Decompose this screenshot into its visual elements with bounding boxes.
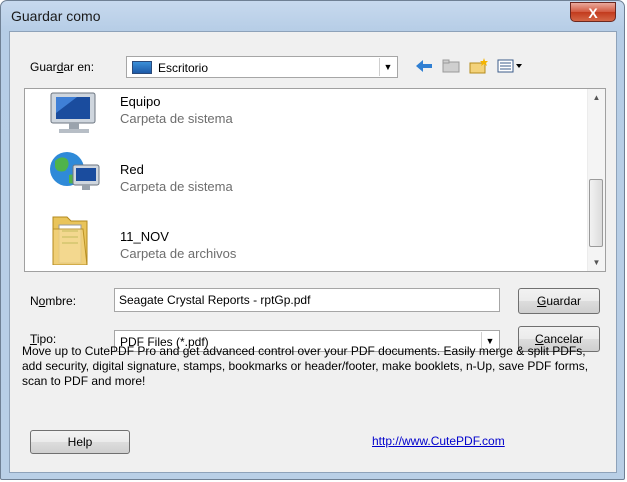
scrollbar-thumb[interactable] <box>589 179 603 247</box>
up-folder-icon[interactable] <box>440 56 462 76</box>
close-button[interactable]: X <box>570 2 616 22</box>
folder-icon <box>47 209 103 266</box>
computer-icon <box>47 91 103 147</box>
save-button[interactable]: Guardar <box>518 288 600 314</box>
filename-label: Nombre: <box>30 294 77 308</box>
network-globe-icon <box>47 143 103 199</box>
file-type: Carpeta de archivos <box>120 246 237 261</box>
cutepdf-link[interactable]: http://www.CutePDF.com <box>372 434 505 448</box>
window-title: Guardar como <box>11 8 101 24</box>
file-type: Carpeta de sistema <box>120 111 233 126</box>
desktop-icon <box>132 61 152 74</box>
file-name: 11_NOV <box>120 229 169 244</box>
new-folder-icon[interactable] <box>468 56 490 76</box>
file-list[interactable]: Equipo Carpeta de sistema Red Carpeta de… <box>24 88 606 272</box>
save-in-dropdown[interactable]: Escritorio ▼ <box>126 56 398 78</box>
file-name: Equipo <box>120 94 161 109</box>
title-bar[interactable]: Guardar como X <box>1 1 624 31</box>
list-item[interactable]: 11_NOV Carpeta de archivos <box>47 209 567 271</box>
promo-text: Move up to CutePDF Pro and get advanced … <box>22 344 589 388</box>
scroll-up-arrow-icon[interactable]: ▲ <box>588 89 605 106</box>
dialog-body: Guardar en: Escritorio ▼ Equipo Carpeta … <box>9 31 617 473</box>
filename-input[interactable]: Seagate Crystal Reports - rptGp.pdf <box>114 288 500 312</box>
file-type: Carpeta de sistema <box>120 179 233 194</box>
scroll-down-arrow-icon[interactable]: ▼ <box>588 254 605 271</box>
view-menu-icon[interactable] <box>496 56 526 76</box>
save-as-dialog: Guardar como X Guardar en: Escritorio ▼ <box>0 0 625 480</box>
back-arrow-icon[interactable] <box>414 56 434 76</box>
list-item[interactable]: Red Carpeta de sistema <box>47 143 567 205</box>
help-button[interactable]: Help <box>30 430 130 454</box>
save-in-label: Guardar en: <box>30 60 95 74</box>
save-in-value: Escritorio <box>158 61 209 75</box>
file-name: Red <box>120 162 144 177</box>
list-scrollbar[interactable]: ▲ ▼ <box>587 89 605 271</box>
chevron-down-icon[interactable]: ▼ <box>379 58 396 76</box>
